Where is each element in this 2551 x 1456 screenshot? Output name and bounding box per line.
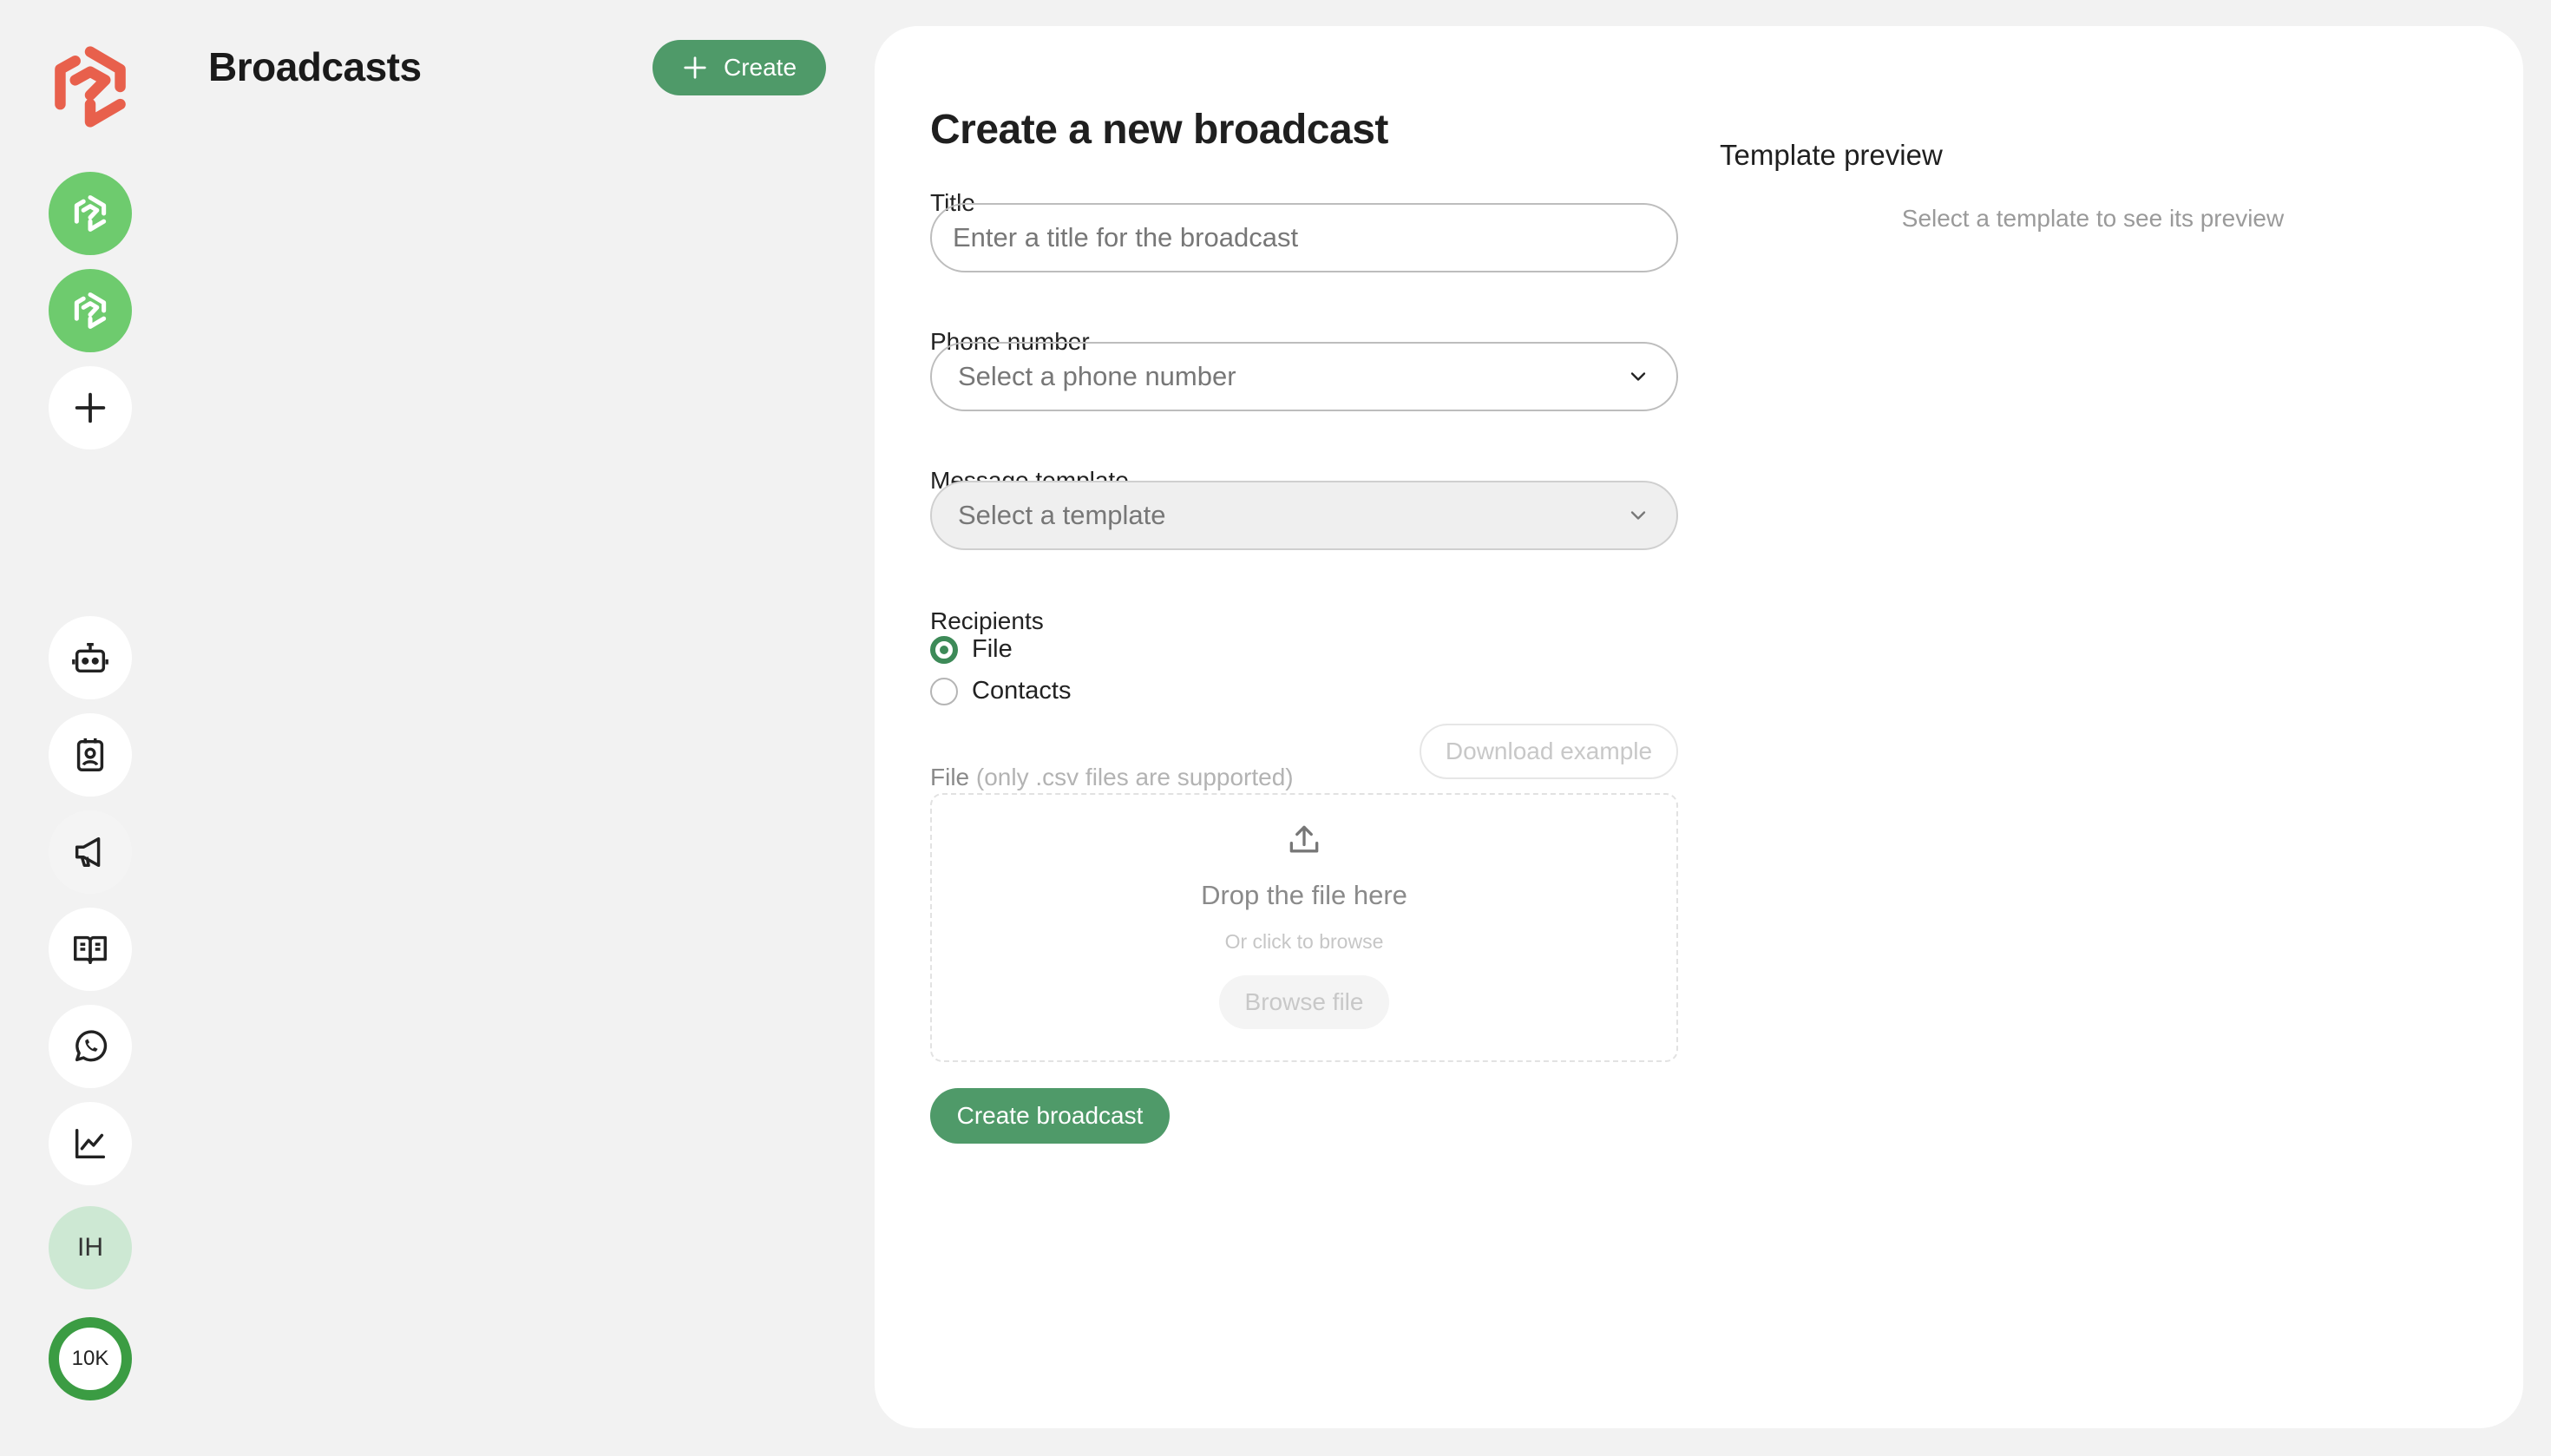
message-template-select[interactable]: Select a template [930,481,1678,550]
whatsapp-icon [75,1030,108,1062]
nav-broadcasts[interactable] [49,810,132,894]
plus-icon [684,56,706,79]
dropzone-subtitle: Or click to browse [1224,930,1384,953]
recipients-option-contacts[interactable]: Contacts [930,677,1071,705]
bot-icon [72,642,108,673]
create-button-label: Create [723,54,797,81]
template-preview-placeholder: Select a template to see its preview [1901,205,2285,232]
create-broadcast-submit-button[interactable]: Create broadcast [930,1088,1170,1144]
add-workspace-button[interactable] [49,366,132,449]
contact-card-icon [76,738,104,771]
megaphone-icon [75,836,101,868]
plus-icon [75,392,106,423]
radio-label: File [972,635,1013,663]
recipients-label: Recipients [930,607,1044,634]
workspace-button[interactable] [49,269,132,352]
file-dropzone[interactable]: Drop the file here Or click to browse Br… [930,793,1678,1062]
page-title: Broadcasts [208,44,422,89]
create-broadcast-panel: Create a new broadcast Title Enter a tit… [875,26,2523,1428]
app-logo-icon[interactable] [49,45,132,128]
broadcast-list-column: Broadcasts Create [180,0,875,1456]
template-select-value: Select a template [958,500,1166,530]
nav-whatsapp[interactable] [49,1005,132,1088]
title-input[interactable]: Enter a title for the broadcast [930,203,1678,272]
book-icon [74,935,107,965]
phone-number-select[interactable]: Select a phone number [930,342,1678,411]
radio-unselected[interactable] [930,677,958,705]
nav-knowledge[interactable] [49,908,132,991]
nav-bots[interactable] [49,616,132,699]
chart-line-icon [75,1128,106,1159]
credits-badge[interactable]: 10K [49,1317,132,1400]
user-avatar[interactable]: IH [49,1206,132,1289]
chevron-down-icon [1630,511,1646,520]
upload-icon [1289,825,1319,853]
workspace-button[interactable] [49,172,132,255]
workspace-logo-icon [74,195,107,232]
avatar-initials: IH [77,1233,103,1262]
phone-select-value: Select a phone number [958,361,1236,391]
title-placeholder: Enter a title for the broadcast [953,222,1299,253]
recipients-option-file[interactable]: File [930,635,1013,664]
download-example-button[interactable]: Download example [1420,724,1678,779]
nav-contacts[interactable] [49,713,132,797]
form-title: Create a new broadcast [930,107,1388,153]
file-label-text: File [930,764,970,790]
create-broadcast-button[interactable]: Create [653,40,826,95]
template-preview-title: Template preview [1720,139,1943,171]
radio-selected[interactable] [930,635,958,664]
file-hint: (only .csv files are supported) [975,764,1294,790]
credits-value: 10K [71,1347,109,1370]
browse-file-button[interactable]: Browse file [1219,975,1389,1029]
nav-rail: IH 10K [0,0,180,1456]
nav-analytics[interactable] [49,1102,132,1185]
workspace-logo-icon [74,292,107,329]
file-label: File (only .csv files are supported) [930,764,1294,791]
chevron-down-icon [1630,372,1646,381]
radio-label: Contacts [972,677,1072,705]
dropzone-title: Drop the file here [1201,880,1407,910]
